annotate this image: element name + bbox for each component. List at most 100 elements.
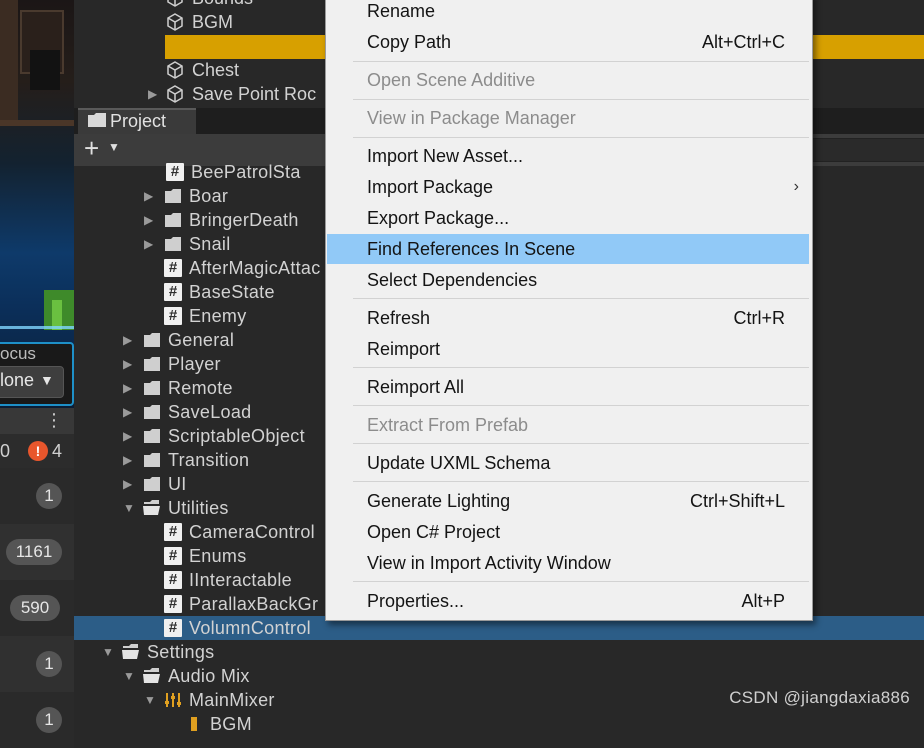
menu-separator [353,443,809,444]
project-tree-item-label: Utilities [168,498,229,518]
expand-arrow-icon[interactable]: ▶ [123,404,132,420]
project-tree-item-label: Boar [189,186,229,206]
project-tree-item-label: VolumnControl [189,618,311,638]
folder-icon [164,187,182,205]
audio-mixer-group-icon [185,715,203,733]
menu-item-label: Update UXML Schema [367,453,551,473]
warning-count[interactable]: 4 [52,441,62,462]
more-options-icon[interactable]: ⋮ [45,410,63,430]
submenu-chevron-icon: › [793,178,799,195]
folder-open-icon [143,499,161,517]
hierarchy-item-label: Save Point Roc [192,84,317,104]
expand-arrow-icon[interactable]: ▶ [144,236,153,252]
menu-item-label: Rename [367,1,436,21]
menu-item-reimport-all[interactable]: Reimport All [327,372,809,402]
menu-item-label: Find References In Scene [367,239,576,259]
folder-icon [143,427,161,445]
project-tree-item-label: Transition [168,450,250,470]
menu-item-open-c-project[interactable]: Open C# Project [327,517,809,547]
csharp-script-icon: # [164,283,182,301]
project-tree-item-label: Player [168,354,221,374]
csharp-script-icon: # [166,163,184,181]
expand-arrow-icon[interactable]: ▶ [144,212,153,228]
collapse-arrow-icon[interactable]: ▼ [123,500,135,516]
menu-item-import-new-asset[interactable]: Import New Asset... [327,141,809,171]
menu-item-export-package[interactable]: Export Package... [327,203,809,233]
expand-arrow-icon[interactable]: ▶ [123,356,132,372]
csharp-script-icon: # [164,259,182,277]
project-tree-item-label: BringerDeath [189,210,299,230]
warning-icon[interactable]: ! [28,441,48,461]
expand-arrow-icon[interactable]: ▶ [148,86,157,102]
menu-item-label: Properties... [367,591,465,611]
menu-item-view-in-import-activity-window[interactable]: View in Import Activity Window [327,548,809,578]
expand-arrow-icon[interactable]: ▶ [144,188,153,204]
project-tree-item[interactable]: ▼ Audio Mix [74,664,924,688]
menu-item-rename[interactable]: Rename [327,0,809,26]
project-tree-item-label: CameraControl [189,522,315,542]
menu-item-label: Extract From Prefab [367,415,529,435]
menu-item-select-dependencies[interactable]: Select Dependencies [327,265,809,295]
hierarchy-item-label: Bounds [192,0,253,10]
csharp-script-icon: # [164,619,182,637]
menu-separator [353,581,809,582]
menu-separator [353,481,809,482]
folder-open-icon [143,667,161,685]
project-tree-item-label: Audio Mix [168,666,250,686]
menu-item-refresh[interactable]: Refresh Ctrl+R [327,303,809,333]
menu-item-reimport[interactable]: Reimport [327,334,809,364]
project-tree-item[interactable]: BGM [74,712,924,736]
gameobject-cube-icon [166,85,184,103]
menu-item-generate-lighting[interactable]: Generate Lighting Ctrl+Shift+L [327,486,809,516]
log-count-badge: 1161 [6,539,62,565]
audio-mixer-icon [164,691,182,709]
folder-icon [143,355,161,373]
project-tree-item-label: ParallaxBackGr [189,594,319,614]
collapse-arrow-icon[interactable]: ▼ [144,692,156,708]
log-count-badge: 1 [36,707,62,733]
project-tree-item[interactable]: ▼ Settings [74,640,924,664]
hierarchy-item-label: Chest [192,60,240,80]
expand-arrow-icon[interactable]: ▶ [123,476,132,492]
menu-item-properties[interactable]: Properties... Alt+P [327,586,809,616]
project-tree-item-label: BaseState [189,282,275,302]
gameobject-cube-icon [166,0,184,7]
project-tree-item-label: Settings [147,642,215,662]
error-count[interactable]: 0 [0,441,10,462]
expand-arrow-icon[interactable]: ▶ [123,380,132,396]
menu-item-label: Export Package... [367,208,510,228]
hierarchy-item-label: BGM [192,12,234,32]
menu-item-label: Import New Asset... [367,146,524,166]
menu-separator [353,298,809,299]
project-tree-item-label: Enums [189,546,247,566]
menu-separator [353,405,809,406]
project-tree-item-label: AfterMagicAttac [189,258,321,278]
gameobject-cube-icon [166,61,184,79]
menu-item-update-uxml-schema[interactable]: Update UXML Schema [327,448,809,478]
log-count-badge: 590 [10,595,60,621]
collapse-arrow-icon[interactable]: ▼ [102,644,114,660]
chevron-down-icon: ▼ [40,372,54,388]
log-count-badge: 1 [36,651,62,677]
project-tree-item-label: Enemy [189,306,247,326]
expand-arrow-icon[interactable]: ▶ [123,428,132,444]
expand-arrow-icon[interactable]: ▶ [123,332,132,348]
menu-separator [353,99,809,100]
csharp-script-icon: # [164,307,182,325]
menu-item-find-references-in-scene[interactable]: Find References In Scene [327,234,809,264]
project-tree-item-label: ScriptableObject [168,426,305,446]
menu-item-label: Refresh [367,308,431,328]
menu-item-import-package[interactable]: Import Package › [327,172,809,202]
menu-item-copy-path[interactable]: Copy Path Alt+Ctrl+C [327,27,809,57]
focus-label: ocus [0,344,36,363]
menu-item-label: View in Package Manager [367,108,576,128]
folder-icon [164,211,182,229]
csharp-script-icon: # [164,523,182,541]
project-tree-item-label: MainMixer [189,690,275,710]
project-tree-item-label: BeePatrolSta [191,162,301,182]
folder-icon [88,113,106,127]
expand-arrow-icon[interactable]: ▶ [123,452,132,468]
folder-icon [143,403,161,421]
folder-open-icon [122,643,140,661]
collapse-arrow-icon[interactable]: ▼ [123,668,135,684]
